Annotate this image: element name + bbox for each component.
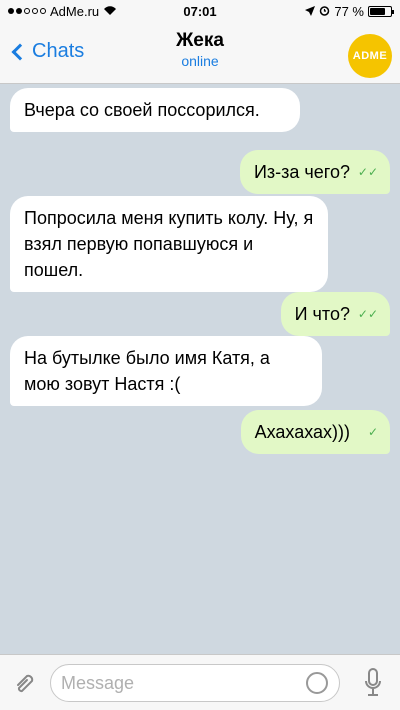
message-bubble: Ахахахах))) ✓ (240, 410, 390, 454)
message-bubble: Попросила меня купить колу. Ну, я взял п… (10, 196, 328, 292)
alarm-icon (319, 4, 330, 19)
avatar[interactable]: ADME (348, 34, 392, 78)
carrier-name: AdMe.ru (50, 3, 100, 19)
avatar-text: ADME (352, 50, 388, 62)
status-time: 07:01 (183, 3, 217, 19)
sticker-icon[interactable] (306, 672, 328, 694)
message-input[interactable] (50, 664, 340, 702)
status-bar: AdMe.ru 07:01 77 % (0, 0, 400, 22)
sent-check-icon: ✓ (367, 425, 378, 439)
wifi-icon (103, 4, 117, 19)
status-right: 77 % (305, 3, 394, 19)
message-text: Ахахахах))) (254, 422, 350, 442)
chat-title: Жека (176, 30, 224, 51)
battery-percent: 77 % (334, 3, 364, 19)
message-bubble: И что? ✓✓ (280, 292, 390, 336)
read-double-check-icon: ✓✓ (357, 165, 378, 179)
message-text: И что? (294, 304, 350, 324)
message-text: Попросила меня купить колу. Ну, я взял п… (24, 208, 314, 280)
status-left: AdMe.ru (8, 4, 117, 19)
chat-area: Вчера со своей поссорился. Из-за чего? ✓… (0, 84, 400, 654)
message-bubble: Из-за чего? ✓✓ (239, 150, 390, 194)
message-bubble: Вчера со своей поссорился. (10, 88, 300, 132)
location-icon (305, 4, 316, 19)
attach-icon[interactable] (10, 669, 38, 697)
message-text: На бутылке было имя Катя, а мою зовут На… (24, 348, 270, 394)
battery-icon (368, 5, 394, 17)
read-double-check-icon: ✓✓ (357, 307, 378, 321)
input-bar (0, 654, 400, 710)
microphone-icon[interactable] (364, 667, 382, 699)
nav-bar: Chats Жека online ADME (0, 22, 400, 84)
signal-strength-icon (8, 8, 46, 14)
message-text: Из-за чего? (253, 162, 350, 182)
message-bubble: На бутылке было имя Катя, а мою зовут На… (10, 336, 322, 406)
chat-status: online (181, 53, 219, 69)
chat-header[interactable]: Жека online (0, 30, 400, 69)
message-text: Вчера со своей поссорился. (24, 100, 260, 120)
